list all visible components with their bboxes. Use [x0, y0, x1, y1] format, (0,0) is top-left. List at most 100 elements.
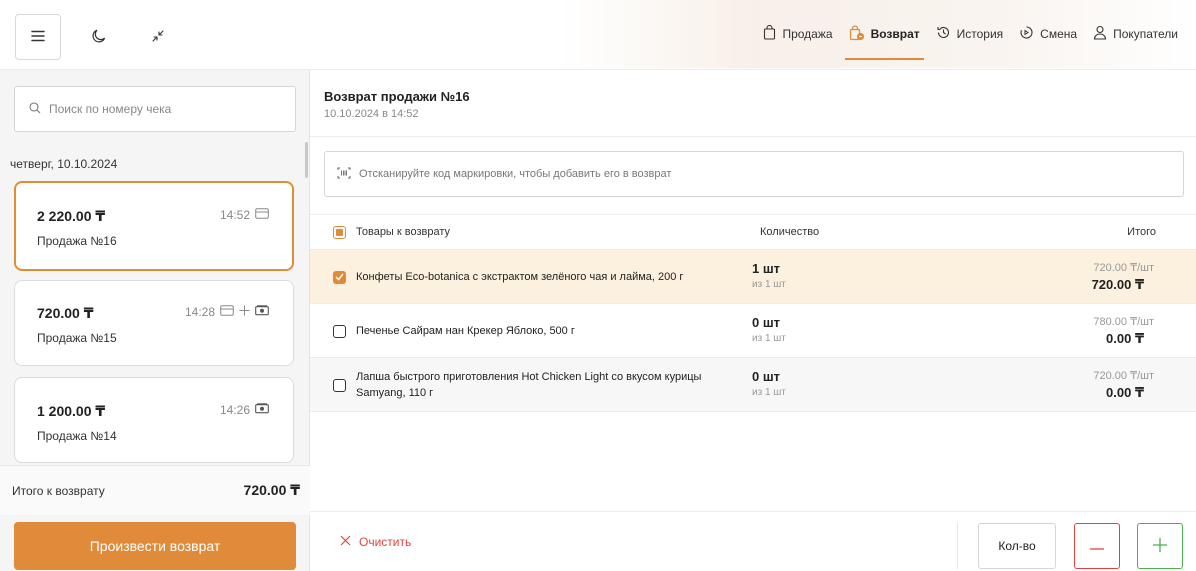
row-checkbox[interactable] — [333, 270, 346, 284]
row-qty: 0 шт — [752, 315, 781, 330]
return-date: 10.10.2024 в 14:52 — [324, 108, 419, 120]
receipt-name: Продажа №16 — [37, 234, 117, 248]
hamburger-icon — [31, 30, 45, 45]
moon-icon — [91, 28, 107, 47]
quantity-button[interactable]: Кол-во — [978, 523, 1056, 569]
plus-icon — [239, 305, 250, 319]
increase-button[interactable] — [1137, 523, 1183, 569]
header-select-all[interactable]: Товары к возврату — [333, 225, 451, 239]
scrollbar[interactable] — [305, 142, 308, 178]
tab-customers[interactable]: Покупатели — [1085, 0, 1186, 68]
menu-button[interactable] — [15, 14, 61, 60]
footer-divider — [957, 523, 958, 569]
row-sum: 0.00 ₸ — [1106, 385, 1144, 400]
tab-customers-label: Покупатели — [1113, 27, 1178, 41]
receipt-time-group: 14:52 — [220, 208, 269, 222]
row-sum: 720.00 ₸ — [1091, 277, 1144, 292]
receipt-amount: 720.00 ₸ — [37, 305, 94, 321]
row-unit-price: 720.00 ₸/шт — [1093, 370, 1154, 382]
receipt-name: Продажа №15 — [37, 331, 117, 345]
search-placeholder: Поиск по номеру чека — [49, 102, 172, 116]
make-refund-button[interactable]: Произвести возврат — [14, 522, 296, 570]
receipt-time: 14:52 — [219, 208, 250, 222]
receipt-time-group: 14:28 — [185, 305, 269, 319]
search-icon — [29, 101, 41, 117]
table-row[interactable]: Лапша быстрого приготовления Hot Chicken… — [310, 358, 1196, 412]
row-checkbox[interactable] — [333, 324, 346, 338]
receipt-time: 14:26 — [219, 403, 250, 417]
row-unit-price: 720.00 ₸/шт — [1093, 262, 1154, 274]
receipt-name: Продажа №14 — [37, 429, 117, 443]
row-qty-available: из 1 шт — [752, 387, 786, 398]
tab-history[interactable]: История — [928, 0, 1012, 68]
product-name: Конфеты Eco-botanica с экстрактом зелёно… — [356, 271, 684, 283]
tab-sale[interactable]: Продажа — [755, 0, 840, 68]
receipts-date-label: четверг, 10.10.2024 — [10, 157, 118, 171]
card-icon — [220, 305, 234, 319]
column-header-qty: Количество — [760, 226, 820, 238]
product-cell: Лапша быстрого приготовления Hot Chicken… — [333, 358, 733, 412]
row-checkbox[interactable] — [333, 378, 346, 392]
column-header-total: Итого — [1127, 226, 1156, 238]
return-details-panel: Возврат продажи №16 10.10.2024 в 14:52 О… — [310, 70, 1196, 571]
cash-icon — [255, 305, 269, 319]
column-header-name: Товары к возврату — [356, 226, 451, 238]
history-icon — [936, 25, 951, 43]
product-name: Печенье Сайрам нан Крекер Яблоко, 500 г — [356, 325, 575, 337]
plus-icon — [1153, 537, 1167, 555]
minus-icon — [1090, 539, 1104, 553]
receipts-panel: Поиск по номеру чека четверг, 10.10.2024… — [0, 70, 310, 571]
table-row[interactable]: Конфеты Eco-botanica с экстрактом зелёно… — [310, 250, 1196, 304]
table-header: Товары к возврату Количество Итого — [310, 215, 1196, 250]
refund-total-row: Итого к возврату 720.00 ₸ — [0, 465, 310, 515]
bag-icon — [763, 24, 776, 43]
row-qty-available: из 1 шт — [752, 333, 786, 344]
receipt-time-group: 14:26 — [220, 403, 269, 417]
collapse-arrows-icon — [150, 28, 166, 47]
scan-placeholder: Отсканируйте код маркировки, чтобы добав… — [359, 168, 672, 180]
tab-sale-label: Продажа — [782, 27, 833, 41]
customers-icon — [1093, 25, 1107, 43]
tab-return-label: Возврат — [870, 27, 920, 41]
receipt-search-input[interactable]: Поиск по номеру чека — [14, 86, 296, 132]
cash-icon — [255, 403, 269, 417]
tab-shift[interactable]: Смена — [1011, 0, 1085, 68]
tab-return[interactable]: Возврат — [841, 0, 928, 68]
row-sum: 0.00 ₸ — [1106, 331, 1144, 346]
marking-code-scan-input[interactable]: Отсканируйте код маркировки, чтобы добав… — [324, 151, 1184, 197]
receipt-amount: 1 200.00 ₸ — [37, 403, 106, 419]
main-nav: Продажа Возврат История Смена Покупатели — [755, 0, 1186, 68]
select-all-checkbox[interactable] — [333, 225, 346, 239]
card-icon — [255, 208, 269, 222]
decrease-button[interactable] — [1074, 523, 1120, 569]
row-unit-price: 780.00 ₸/шт — [1093, 316, 1154, 328]
clear-button[interactable]: Очистить — [340, 535, 411, 549]
receipt-card[interactable]: 2 220.00 ₸ 14:52 Продажа №16 — [14, 181, 294, 271]
shift-icon — [1019, 25, 1034, 43]
receipt-amount: 2 220.00 ₸ — [37, 208, 106, 224]
receipt-card[interactable]: 720.00 ₸ 14:28 Продажа №15 — [14, 280, 294, 366]
receipt-card[interactable]: 1 200.00 ₸ 14:26 Продажа №14 — [14, 377, 294, 463]
close-icon — [340, 535, 351, 549]
clear-button-label: Очистить — [359, 535, 412, 549]
return-footer: Очистить Кол-во — [310, 511, 1196, 571]
tab-shift-label: Смена — [1040, 27, 1078, 41]
theme-toggle-button[interactable] — [84, 22, 114, 52]
divider — [310, 136, 1196, 137]
product-cell: Конфеты Eco-botanica с экстрактом зелёно… — [333, 250, 733, 304]
product-name: Лапша быстрого приготовления Hot Chicken… — [356, 371, 702, 399]
collapse-button[interactable] — [143, 22, 173, 52]
top-bar: Продажа Возврат История Смена Покупатели — [0, 0, 1196, 70]
receipt-time: 14:28 — [184, 305, 215, 319]
refund-total-value: 720.00 ₸ — [243, 482, 300, 498]
row-qty: 1 шт — [752, 261, 781, 276]
refund-total-label: Итого к возврату — [12, 483, 105, 498]
tab-history-label: История — [956, 27, 1004, 41]
row-qty-available: из 1 шт — [752, 279, 786, 290]
bag-return-icon — [849, 24, 865, 44]
product-cell: Печенье Сайрам нан Крекер Яблоко, 500 г — [333, 304, 733, 358]
table-row[interactable]: Печенье Сайрам нан Крекер Яблоко, 500 г … — [310, 304, 1196, 358]
row-qty: 0 шт — [752, 369, 781, 384]
barcode-scan-icon — [337, 167, 351, 182]
return-title: Возврат продажи №16 — [324, 89, 470, 104]
